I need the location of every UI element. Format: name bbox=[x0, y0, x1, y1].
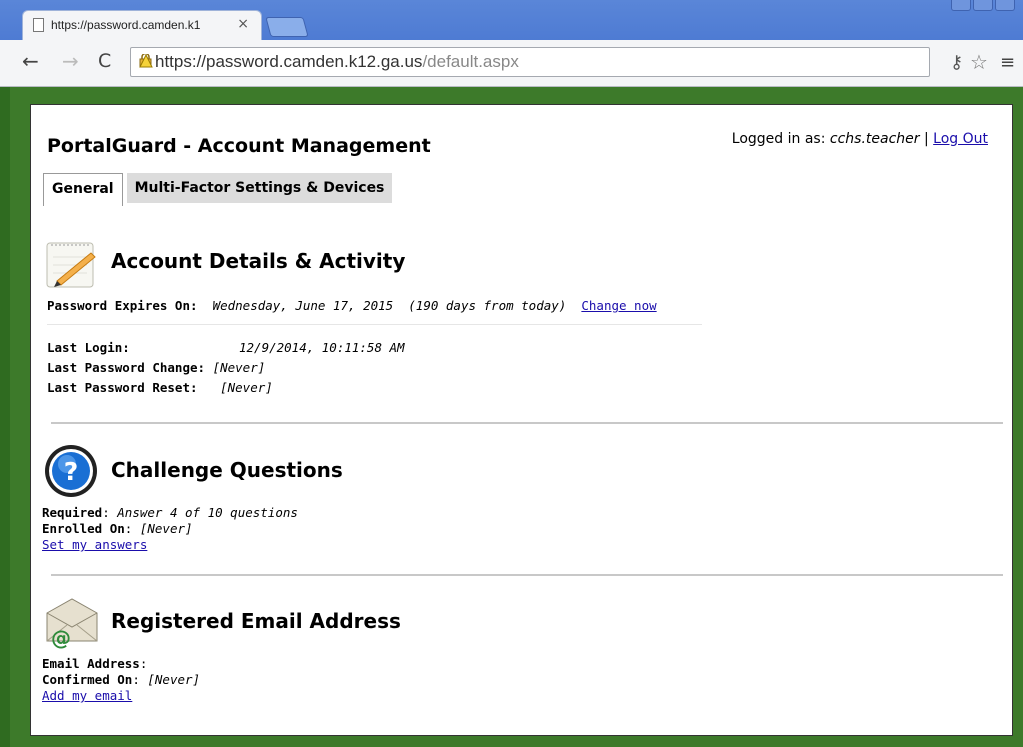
required-row: Required: Answer 4 of 10 questions bbox=[42, 505, 298, 520]
forward-icon[interactable]: → bbox=[62, 51, 79, 71]
email-envelope-icon: @ bbox=[46, 598, 98, 649]
email-section-title: Registered Email Address bbox=[111, 609, 401, 633]
url-text[interactable]: https://password.camden.k12.ga.us/defaul… bbox=[155, 52, 519, 72]
page-tabs: General Multi-Factor Settings & Devices bbox=[43, 173, 393, 206]
svg-text:?: ? bbox=[64, 457, 79, 486]
last-login-value: 12/9/2014, 10:11:58 AM bbox=[239, 340, 405, 355]
challenge-section-title: Challenge Questions bbox=[111, 458, 343, 482]
browser-toolbar: ← → C https://password.camden.k12.ga.us/… bbox=[0, 40, 1023, 87]
address-bar[interactable]: https://password.camden.k12.ga.us/defaul… bbox=[130, 47, 930, 77]
password-expires-row: Password Expires On: Wednesday, June 17,… bbox=[47, 298, 657, 313]
reload-icon[interactable]: C bbox=[98, 51, 111, 71]
browser-tab[interactable]: https://password.camden.k1 × bbox=[22, 10, 262, 40]
page-background-edge bbox=[0, 87, 10, 747]
set-answers-row: Set my answers bbox=[42, 537, 147, 552]
account-section-title: Account Details & Activity bbox=[111, 249, 406, 273]
change-now-link[interactable]: Change now bbox=[581, 298, 656, 313]
page-icon bbox=[33, 18, 44, 32]
tab-general[interactable]: General bbox=[43, 173, 123, 206]
page-title: PortalGuard - Account Management bbox=[47, 135, 431, 157]
divider bbox=[47, 324, 702, 325]
window-controls[interactable] bbox=[951, 0, 1015, 12]
browser-tabstrip: https://password.camden.k1 × bbox=[0, 0, 1023, 40]
set-answers-link[interactable]: Set my answers bbox=[42, 537, 147, 552]
back-icon[interactable]: ← bbox=[22, 51, 39, 71]
section-divider bbox=[51, 574, 1003, 576]
tab-close-icon[interactable]: × bbox=[237, 16, 249, 32]
login-info: Logged in as: cchs.teacher | Log Out bbox=[731, 131, 988, 147]
enrolled-row: Enrolled On: [Never] bbox=[42, 521, 193, 536]
confirmed-row: Confirmed On: [Never] bbox=[42, 672, 201, 687]
menu-icon[interactable]: ≡ bbox=[1000, 52, 1015, 73]
svg-text:@: @ bbox=[51, 626, 71, 649]
notepad-pencil-icon bbox=[46, 242, 96, 288]
security-warning-icon bbox=[139, 54, 153, 68]
username: cchs.teacher bbox=[829, 131, 920, 147]
last-reset-row: Last Password Reset: [Never] bbox=[47, 380, 273, 395]
new-tab-button[interactable] bbox=[265, 17, 309, 37]
tab-title: https://password.camden.k1 bbox=[51, 18, 201, 32]
help-question-icon: ? bbox=[45, 445, 97, 497]
portal-panel: PortalGuard - Account Management Logged … bbox=[30, 104, 1013, 736]
add-email-row: Add my email bbox=[42, 688, 132, 703]
add-email-link[interactable]: Add my email bbox=[42, 688, 132, 703]
bookmark-star-icon[interactable]: ☆ bbox=[970, 50, 988, 74]
last-change-row: Last Password Change: [Never] bbox=[47, 360, 266, 375]
section-divider bbox=[51, 422, 1003, 424]
logout-link[interactable]: Log Out bbox=[933, 131, 988, 147]
email-address-row: Email Address: bbox=[42, 656, 148, 671]
key-icon[interactable]: ⚷ bbox=[950, 52, 963, 73]
last-login-row: Last Login: bbox=[47, 340, 130, 355]
tab-multi-factor[interactable]: Multi-Factor Settings & Devices bbox=[126, 173, 393, 203]
